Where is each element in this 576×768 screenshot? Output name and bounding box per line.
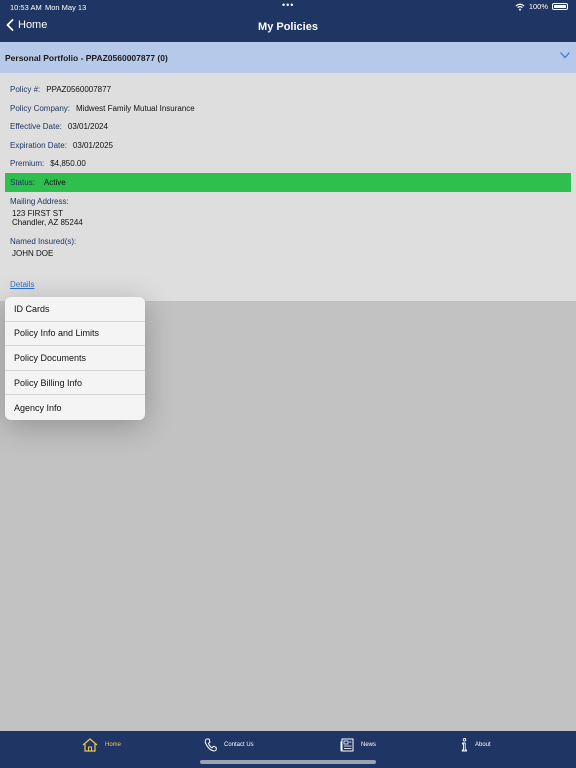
menu-item-policy-info-limits[interactable]: Policy Info and Limits — [5, 322, 145, 347]
expiration-date-row: Expiration Date: 03/01/2025 — [10, 141, 113, 150]
tab-contact-us[interactable]: Contact Us — [204, 738, 254, 752]
status-time: 10:53 AM — [10, 3, 42, 12]
policy-number-label: Policy #: — [10, 85, 41, 94]
battery-percent: 100% — [528, 2, 548, 11]
tab-news-label: News — [361, 742, 377, 748]
status-date: Mon May 13 — [45, 3, 87, 12]
status-bar: 10:53 AM Mon May 13 ••• 100% — [0, 0, 576, 14]
home-indicator[interactable] — [200, 760, 376, 764]
status-right: 100% — [515, 2, 568, 11]
status-row: Status: Active — [5, 173, 571, 192]
premium-label: Premium: — [10, 159, 45, 168]
page-title: My Policies — [258, 21, 318, 33]
menu-item-policy-documents[interactable]: Policy Documents — [5, 346, 145, 371]
newspaper-icon — [340, 738, 354, 752]
address-line-2: Chandler, AZ 85244 — [12, 218, 83, 227]
premium-value: $4,850.00 — [50, 159, 86, 168]
address-line-1: 123 FIRST ST — [12, 209, 63, 218]
policy-detail-panel: Policy #: PPAZ0560007877 Policy Company: M… — [0, 73, 576, 301]
home-icon — [82, 738, 98, 752]
policy-company-label: Policy Company: — [10, 104, 71, 113]
expiration-date-value: 03/01/2025 — [72, 141, 113, 150]
menu-item-policy-billing-info[interactable]: Policy Billing Info — [5, 371, 145, 396]
mailing-address-label: Mailing Address: — [10, 197, 69, 206]
portfolio-label: Personal Portfolio - PPAZ0560007877 (0) — [5, 52, 168, 63]
tab-about-label: About — [475, 742, 491, 748]
menu-item-agency-info[interactable]: Agency Info — [5, 395, 145, 420]
status-label: Status: — [10, 178, 35, 187]
multitasking-dots[interactable]: ••• — [282, 0, 294, 10]
effective-date-value: 03/01/2024 — [67, 122, 108, 131]
details-link[interactable]: Details — [10, 280, 34, 289]
policy-company-value: Midwest Family Mutual Insurance — [76, 104, 195, 113]
nav-bar: Home My Policies — [0, 14, 576, 42]
effective-date-row: Effective Date: 03/01/2024 — [10, 122, 108, 131]
menu-item-id-cards[interactable]: ID Cards — [5, 297, 145, 322]
details-menu: ID Cards Policy Info and Limits Policy D… — [5, 297, 145, 420]
named-insured-value: JOHN DOE — [12, 249, 54, 258]
tab-home-label: Home — [105, 742, 122, 748]
policy-company-row: Policy Company: Midwest Family Mutual Ins… — [10, 104, 195, 113]
policy-number-value: PPAZ0560007877 — [46, 85, 112, 94]
policy-number-row: Policy #: PPAZ0560007877 — [10, 85, 111, 94]
effective-date-label: Effective Date: — [10, 122, 62, 131]
premium-row: Premium: $4,850.00 — [10, 159, 86, 168]
wifi-icon — [515, 3, 525, 11]
info-icon — [461, 738, 467, 752]
chevron-down-icon[interactable] — [560, 52, 570, 59]
tab-contact-label: Contact Us — [224, 742, 254, 748]
expiration-date-label: Expiration Date: — [10, 141, 67, 150]
battery-icon — [552, 3, 568, 10]
tab-home[interactable]: Home — [82, 738, 121, 752]
tab-about[interactable]: About — [460, 738, 491, 752]
named-insured-label: Named Insured(s): — [10, 237, 77, 246]
status-value: Active — [43, 178, 66, 187]
phone-icon — [204, 738, 217, 752]
tab-news[interactable]: News — [340, 738, 376, 752]
portfolio-header[interactable]: Personal Portfolio - PPAZ0560007877 (0) — [0, 42, 576, 73]
